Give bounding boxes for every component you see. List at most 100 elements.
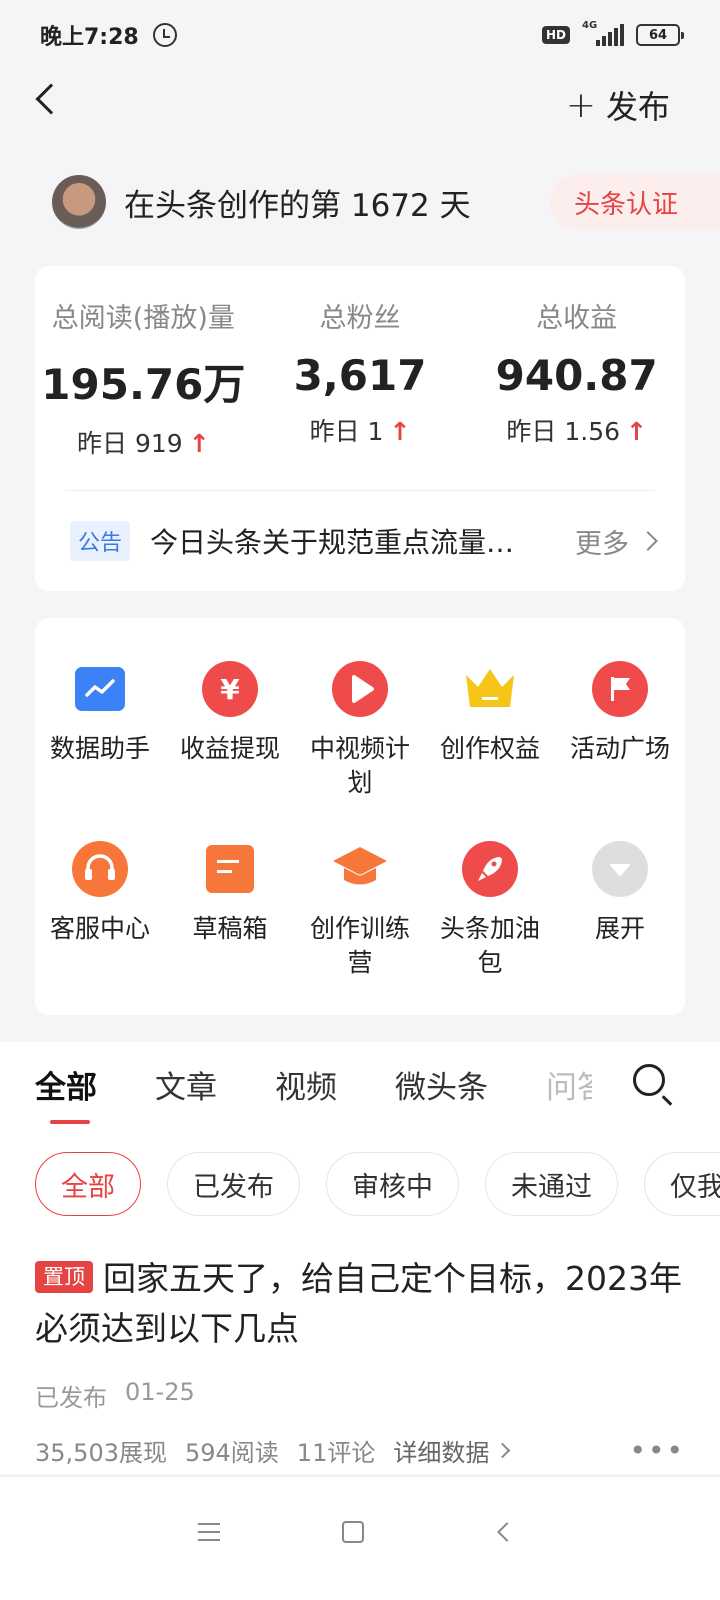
status-filters: 全部 已发布 审核中 未通过 仅我可见: [35, 1152, 720, 1216]
stat-yesterday: 昨日 1.56: [506, 417, 621, 446]
notice-text[interactable]: 今日头条关于规范重点流量环境的公告: [150, 521, 540, 561]
tool-withdraw[interactable]: ¥ 收益提现: [165, 660, 295, 800]
status-indicators: HD 4G 64: [541, 20, 684, 46]
tool-label: 活动广场: [569, 734, 670, 763]
chevron-right-icon: [495, 1442, 511, 1459]
content-tabs: 全部 文章 视频 微头条 问答: [0, 1042, 720, 1126]
filter-published[interactable]: 已发布: [167, 1152, 300, 1216]
article-impressions: 35,503展现: [35, 1439, 167, 1467]
chart-icon: [75, 667, 125, 711]
tool-label: 数据助手: [49, 734, 150, 763]
menu-icon[interactable]: [198, 1523, 220, 1541]
tools-row: 客服中心 草稿箱 创作训练营 头条加油包 展开: [35, 840, 685, 980]
tool-drafts[interactable]: 草稿箱: [165, 840, 295, 980]
alarm-icon: [152, 23, 177, 47]
article-title[interactable]: 回家五天了，给自己定个目标，2023年必须达到以下几点: [35, 1259, 682, 1348]
tool-label: 客服中心: [49, 914, 150, 943]
signal-icon: 4G: [582, 20, 624, 46]
rocket-icon: [462, 841, 518, 897]
tool-label: 中视频计划: [309, 734, 410, 797]
status-time: 晚上7:28: [40, 25, 139, 50]
stat-fans[interactable]: 总粉丝 3,617 昨日 1 ↑: [252, 296, 469, 460]
tool-activity[interactable]: 活动广场: [555, 660, 685, 800]
tool-label: 创作训练营: [309, 914, 410, 977]
stat-income[interactable]: 总收益 940.87 昨日 1.56 ↑: [468, 296, 685, 460]
battery-icon: 64: [636, 24, 684, 46]
back-icon[interactable]: [35, 83, 67, 115]
article-title-row[interactable]: 置顶 回家五天了，给自己定个目标，2023年必须达到以下几点: [35, 1254, 685, 1354]
chevron-right-icon: [638, 531, 658, 551]
yuan-icon: ¥: [202, 661, 258, 717]
system-nav-bar: [0, 1476, 720, 1600]
tools-row: 数据助手 ¥ 收益提现 中视频计划 创作权益 活动广场: [35, 660, 685, 800]
search-icon[interactable]: [633, 1064, 665, 1096]
publish-button[interactable]: + 发布: [566, 82, 670, 128]
tool-video-plan[interactable]: 中视频计划: [295, 660, 425, 800]
stat-yesterday: 昨日 919: [77, 429, 183, 458]
tool-rights[interactable]: 创作权益: [425, 660, 555, 800]
tools-card: 数据助手 ¥ 收益提现 中视频计划 创作权益 活动广场 客服中心 草稿箱 创作训…: [35, 618, 685, 1015]
creation-days-text: 在头条创作的第 1672 天: [124, 187, 471, 224]
network-type: 4G: [582, 20, 598, 31]
tool-data-assistant[interactable]: 数据助手: [35, 660, 165, 800]
flag-icon: [592, 661, 648, 717]
content-list: 全部 已发布 审核中 未通过 仅我可见 置顶回家五天了，给自己定个目标，2023…: [0, 1126, 720, 1474]
filter-rejected[interactable]: 未通过: [485, 1152, 618, 1216]
status-bar: 晚上7:28 HD 4G 64: [0, 0, 720, 70]
tool-expand[interactable]: 展开: [555, 840, 685, 980]
crown-icon: [462, 663, 518, 715]
stat-value: 940.87: [495, 351, 658, 400]
tool-support[interactable]: 客服中心: [35, 840, 165, 980]
more-label: 更多: [575, 528, 629, 560]
notice-more-link[interactable]: 更多: [575, 522, 658, 561]
tool-label: 创作权益: [439, 734, 540, 763]
headset-icon: [72, 841, 128, 897]
article-reads: 594阅读: [184, 1439, 279, 1467]
stat-label: 总阅读(播放)量: [51, 303, 235, 334]
article-item[interactable]: 置顶 回家五天了，给自己定个目标，2023年必须达到以下几点 已发布 01-25 …: [35, 1254, 685, 1468]
tool-label: 头条加油包: [439, 914, 540, 977]
tab-micro[interactable]: 微头条: [395, 1042, 488, 1126]
filter-all[interactable]: 全部: [35, 1152, 141, 1216]
pinned-badge: 置顶: [35, 1261, 93, 1293]
tool-training[interactable]: 创作训练营: [295, 840, 425, 980]
back-nav-icon[interactable]: [497, 1522, 517, 1542]
article-meta: 已发布 01-25: [35, 1378, 685, 1413]
filter-private[interactable]: 仅我可见: [644, 1152, 720, 1216]
detail-data-link[interactable]: 详细数据: [393, 1433, 511, 1468]
more-options-icon[interactable]: •••: [629, 1434, 685, 1467]
article-date: 01-25: [125, 1378, 195, 1406]
play-icon: [332, 661, 388, 717]
detail-label: 详细数据: [393, 1439, 490, 1467]
filter-reviewing[interactable]: 审核中: [326, 1152, 459, 1216]
stats-card: 总阅读(播放)量 195.76万 昨日 919 ↑ 总粉丝 3,617 昨日 1 ↑…: [35, 266, 685, 591]
tool-label: 草稿箱: [192, 914, 268, 943]
stat-reads[interactable]: 总阅读(播放)量 195.76万 昨日 919 ↑: [35, 296, 252, 460]
tab-articles[interactable]: 文章: [155, 1042, 217, 1126]
notice-badge: 公告: [70, 521, 131, 561]
home-icon[interactable]: [342, 1521, 364, 1543]
article-stats: 35,503展现 594阅读 11评论 详细数据 •••: [35, 1433, 685, 1468]
article-comments: 11评论: [296, 1439, 376, 1467]
stat-yesterday: 昨日 1: [309, 417, 384, 446]
hd-icon: HD: [541, 26, 570, 44]
up-arrow-icon: ↑: [389, 417, 411, 446]
graduation-icon: [331, 843, 389, 895]
divider: [65, 490, 655, 491]
stat-value: 195.76万: [41, 360, 246, 409]
stat-value: 3,617: [293, 351, 427, 400]
profile-row: 在头条创作的第 1672 天 头条认证: [52, 172, 720, 232]
avatar[interactable]: [52, 175, 106, 229]
expand-icon: [592, 841, 648, 897]
publish-label: 发布: [605, 88, 670, 126]
tool-boost-pack[interactable]: 头条加油包: [425, 840, 555, 980]
stat-label: 总收益: [536, 303, 618, 334]
tab-all[interactable]: 全部: [35, 1042, 97, 1126]
cert-button[interactable]: 头条认证: [549, 174, 720, 230]
plus-icon: +: [565, 84, 596, 126]
tab-qa[interactable]: 问答: [546, 1042, 592, 1126]
tab-videos[interactable]: 视频: [275, 1042, 337, 1126]
tool-label: 展开: [594, 914, 645, 943]
notice-row[interactable]: 公告 今日头条关于规范重点流量环境的公告 更多: [70, 521, 658, 561]
battery-level: 64: [648, 27, 668, 43]
